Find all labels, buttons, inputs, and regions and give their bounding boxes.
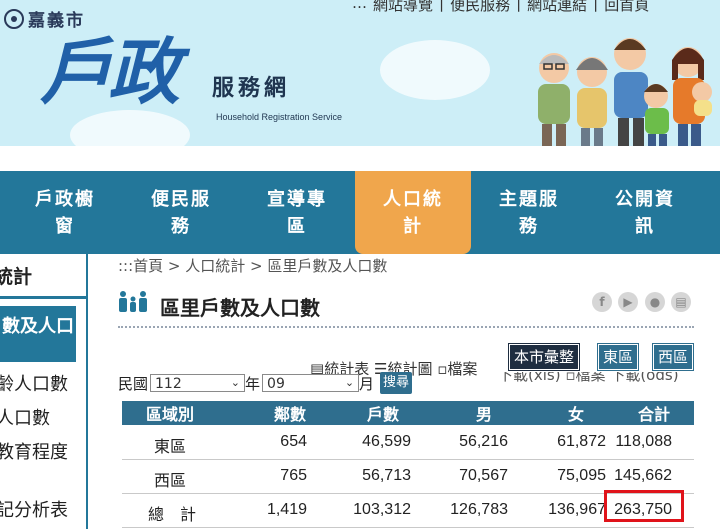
sidebar: 統計 數及人口 齡人口數 人口數 教育程度 記分析表 — [0, 254, 88, 529]
breadcrumb[interactable]: :::首頁 > 人口統計 > 區里戶數及人口數 — [118, 255, 387, 276]
nav-label-line1: 人口統 — [383, 188, 443, 210]
brand-title[interactable]: 戶政 — [40, 36, 180, 108]
search-button[interactable]: 搜尋 — [380, 372, 413, 394]
site-header: 嘉義市 … 網站導覽 | 便民服務 | 網站連結 | 回首頁 戶政 服務網 Ho… — [0, 0, 720, 146]
cloud-decoration — [70, 110, 190, 146]
divider-dotted — [118, 326, 694, 328]
table-cell: 136,967 — [548, 501, 606, 518]
top-link-separator: | — [516, 0, 522, 12]
nav-label-line1: 戶政櫥 — [35, 188, 95, 210]
nav-label-line2: 窗 — [55, 215, 75, 237]
month-select[interactable]: 09 ⌄ — [262, 374, 360, 392]
year-value: 112 — [155, 376, 182, 392]
main-nav: 戶政櫥窗 便民服務 宣導專區 人口統計 主題服務 公開資訊 — [0, 171, 720, 254]
table-header: 區域別 鄰數 戶數 男 女 合計 — [122, 401, 694, 425]
top-link-ellipsis: … — [352, 0, 367, 12]
table-cell: 46,599 — [362, 433, 411, 450]
top-link-services[interactable]: 便民服務 — [450, 0, 510, 15]
nav-item-promotion[interactable]: 宣導專區 — [239, 171, 355, 254]
table-cell: 118,088 — [615, 433, 672, 450]
column-header-male: 男 — [475, 405, 492, 424]
chevron-down-icon: ⌄ — [344, 376, 355, 389]
file-icon: ▫ — [437, 360, 448, 378]
table-cell-district[interactable]: 東區 — [154, 433, 186, 457]
sidebar-item-analysis[interactable]: 記分析表 — [0, 496, 68, 522]
sidebar-item-population[interactable]: 人口數 — [0, 404, 50, 430]
column-header-female: 女 — [567, 405, 584, 424]
month-value: 09 — [267, 376, 285, 392]
column-header-households: 戶數 — [366, 405, 399, 424]
print-icon[interactable]: ▤ — [671, 292, 691, 312]
people-icon — [119, 291, 147, 312]
nav-label-line1: 宣導專 — [267, 188, 327, 210]
nav-label-line1: 主題服 — [499, 188, 559, 210]
sidebar-divider — [0, 296, 86, 299]
line-icon[interactable]: ● — [645, 292, 665, 312]
column-header-total: 合計 — [637, 405, 670, 424]
column-header-neighborhoods: 鄰數 — [273, 405, 306, 424]
cloud-decoration — [380, 40, 490, 100]
table-cell: 56,216 — [459, 433, 508, 450]
top-link-separator: | — [439, 0, 445, 12]
brand-subtitle: 服務網 — [212, 75, 291, 101]
date-filter: 民國 112 ⌄ 年 09 ⌄ 月 搜尋 — [118, 372, 413, 394]
table-row: 東區 654 46,599 56,216 61,872 118,088 — [122, 425, 694, 460]
sidebar-item-age-population[interactable]: 齡人口數 — [0, 370, 68, 396]
sidebar-item-education[interactable]: 教育程度 — [0, 438, 68, 464]
top-link-links[interactable]: 網站連結 — [527, 0, 587, 15]
year-unit: 年 — [245, 374, 261, 393]
top-links: … 網站導覽 | 便民服務 | 網站連結 | 回首頁 — [352, 0, 649, 15]
month-unit: 月 — [359, 374, 375, 393]
family-illustration — [538, 38, 712, 146]
top-link-separator: | — [593, 0, 599, 12]
table-cell: 70,567 — [459, 467, 508, 484]
table-cell: 765 — [280, 467, 307, 484]
top-link-home[interactable]: 回首頁 — [604, 0, 649, 15]
table-cell: 1,419 — [266, 501, 307, 518]
brand-english: Household Registration Service — [216, 112, 343, 122]
table-row: 西區 765 56,713 70,567 75,095 145,662 — [122, 459, 694, 494]
nav-label-line1: 公開資 — [615, 188, 675, 210]
year-select[interactable]: 112 ⌄ — [150, 374, 246, 392]
highlight-box — [604, 490, 684, 522]
nav-label-line2: 計 — [403, 215, 423, 237]
play-icon[interactable]: ▶ — [618, 292, 638, 312]
file-label: 檔案 — [447, 360, 478, 378]
sidebar-item-active[interactable]: 數及人口 — [0, 306, 76, 362]
table-cell: 56,713 — [362, 467, 411, 484]
table-cell: 61,872 — [557, 433, 606, 450]
table-cell: 145,662 — [614, 467, 672, 484]
facebook-icon[interactable]: f — [592, 292, 612, 312]
area-button-east[interactable]: 東區 — [596, 343, 640, 371]
city-logo[interactable]: 嘉義市 — [4, 6, 85, 31]
table-cell: 126,783 — [450, 501, 508, 518]
sidebar-title: 統計 — [0, 266, 33, 288]
city-name: 嘉義市 — [28, 11, 85, 31]
nav-label-line2: 務 — [519, 215, 539, 237]
nav-label-line2: 區 — [287, 215, 307, 237]
column-header-district: 區域別 — [146, 405, 195, 424]
nav-item-population-stats[interactable]: 人口統計 — [355, 171, 471, 254]
table-cell: 103,312 — [353, 501, 411, 518]
nav-item-services[interactable]: 便民服務 — [123, 171, 239, 254]
nav-item-public-info[interactable]: 公開資訊 — [587, 171, 703, 254]
table-cell-district[interactable]: 西區 — [154, 467, 186, 491]
year-label: 民國 — [118, 374, 149, 393]
nav-item-window[interactable]: 戶政櫥窗 — [7, 171, 123, 254]
table-cell: 654 — [280, 433, 307, 450]
nav-item-topic-services[interactable]: 主題服務 — [471, 171, 587, 254]
table-cell-district: 總 計 — [148, 507, 197, 524]
city-seal-icon — [4, 8, 24, 29]
table-cell: 75,095 — [557, 467, 606, 484]
page-title: 區里戶數及人口數 — [160, 296, 320, 320]
nav-label-line2: 訊 — [635, 215, 655, 237]
nav-label-line2: 務 — [171, 215, 191, 237]
top-link-sitemap[interactable]: 網站導覽 — [373, 0, 433, 15]
chevron-down-icon: ⌄ — [230, 376, 241, 389]
area-button-west[interactable]: 西區 — [651, 343, 695, 371]
area-button-city[interactable]: 本市彙整 — [507, 343, 581, 371]
nav-label-line1: 便民服 — [151, 188, 211, 210]
